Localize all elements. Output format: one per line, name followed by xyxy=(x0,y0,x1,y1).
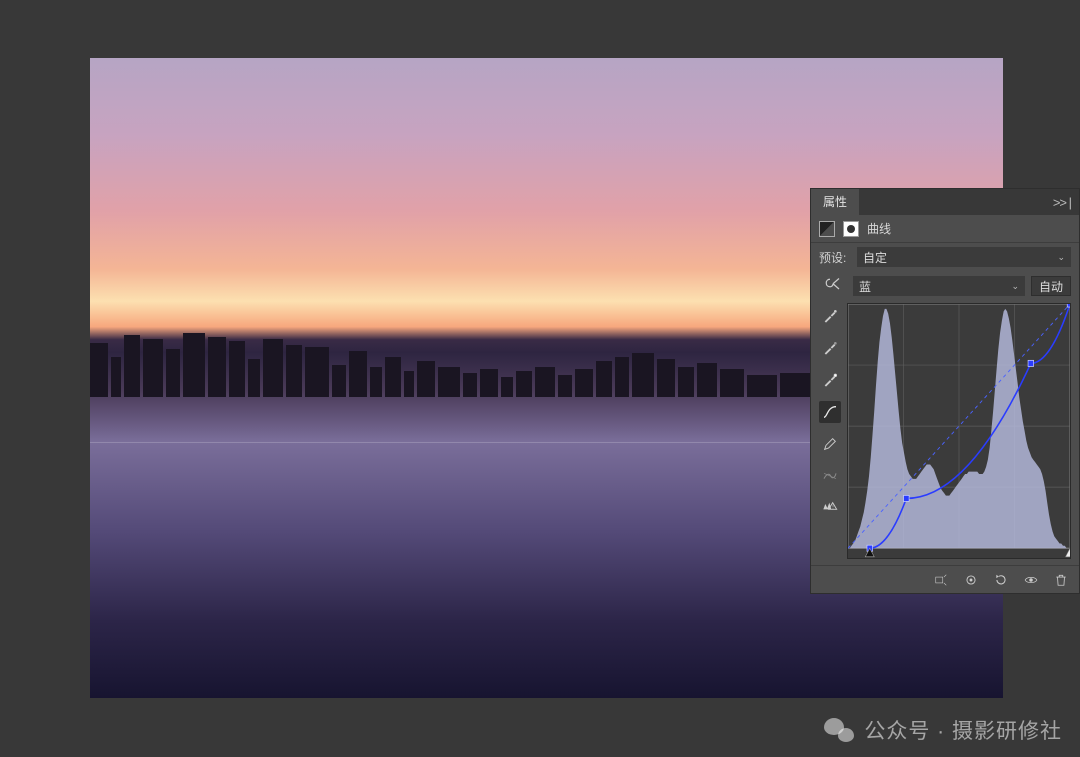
eyedropper-gray-icon[interactable] xyxy=(819,337,841,359)
channel-row: 蓝 ⌄ 自动 xyxy=(811,271,1079,301)
watermark-text: 公众号 · 摄影研修社 xyxy=(864,715,1062,745)
panel-tabbar: 属性 >> | xyxy=(811,189,1079,215)
preset-row: 预设: 自定 ⌄ xyxy=(811,243,1079,271)
panel-footer xyxy=(811,565,1079,593)
layer-mask-icon[interactable] xyxy=(843,221,859,237)
channel-value: 蓝 xyxy=(859,278,871,295)
chevron-down-icon: ⌄ xyxy=(1011,281,1019,292)
channel-select[interactable]: 蓝 ⌄ xyxy=(853,276,1025,296)
properties-tab[interactable]: 属性 xyxy=(811,189,859,215)
smooth-icon[interactable] xyxy=(819,465,841,487)
properties-panel: 属性 >> | 曲线 预设: 自定 ⌄ 蓝 ⌄ 自动 xyxy=(810,188,1080,594)
preset-label: 预设: xyxy=(819,249,851,266)
preset-value: 自定 xyxy=(863,249,887,266)
watermark: 公众号 · 摄影研修社 xyxy=(824,715,1062,745)
eyedropper-white-icon[interactable] xyxy=(819,369,841,391)
adjustment-subheader: 曲线 xyxy=(811,215,1079,243)
pencil-icon[interactable] xyxy=(819,433,841,455)
wechat-icon xyxy=(824,718,854,742)
preset-select[interactable]: 自定 ⌄ xyxy=(857,247,1071,267)
target-adjust-icon[interactable] xyxy=(819,275,847,297)
reset-icon[interactable] xyxy=(993,572,1009,588)
cycle-icon[interactable] xyxy=(963,572,979,588)
clip-warning-icon[interactable]: ! xyxy=(819,497,841,519)
curve-tool-column: ! xyxy=(819,303,841,559)
curves-thumb-icon xyxy=(819,221,835,237)
curve-edit-icon[interactable] xyxy=(819,401,841,423)
trash-icon[interactable] xyxy=(1053,572,1069,588)
clip-toggle-icon[interactable] xyxy=(933,572,949,588)
svg-text:!: ! xyxy=(832,505,833,511)
curve-editor: ! xyxy=(811,301,1079,565)
chevron-down-icon: ⌄ xyxy=(1057,252,1065,263)
auto-button[interactable]: 自动 xyxy=(1031,276,1071,296)
eye-icon[interactable] xyxy=(1023,572,1039,588)
panel-menu-icon[interactable]: >> | xyxy=(1045,195,1079,210)
adjustment-name: 曲线 xyxy=(867,220,891,237)
curve-graph[interactable] xyxy=(847,303,1071,559)
eyedropper-black-icon[interactable] xyxy=(819,305,841,327)
